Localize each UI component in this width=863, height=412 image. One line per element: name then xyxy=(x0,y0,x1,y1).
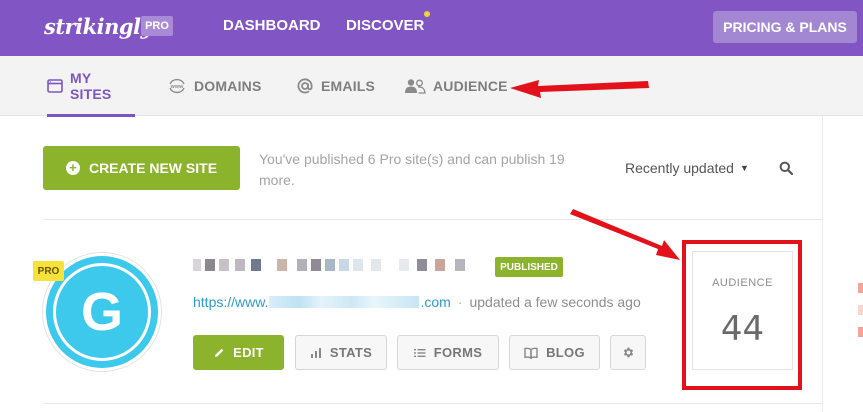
list-icon xyxy=(413,348,426,358)
blog-button[interactable]: BLOG xyxy=(509,335,600,370)
people-icon xyxy=(404,78,426,94)
pricing-plans-button[interactable]: PRICING & PLANS xyxy=(713,11,857,43)
edit-button-label: EDIT xyxy=(233,345,264,360)
site-name-redacted[interactable] xyxy=(193,259,483,273)
redacted-pixel xyxy=(277,259,287,271)
sort-dropdown[interactable]: Recently updated ▼ xyxy=(625,160,749,176)
site-settings-button[interactable] xyxy=(610,335,646,370)
site-url-suffix[interactable]: .com xyxy=(420,294,450,310)
bar-chart-icon xyxy=(310,347,322,359)
svg-text:www: www xyxy=(170,84,184,90)
strikingly-logo[interactable]: strikingly xyxy=(44,14,153,39)
audience-count-card[interactable]: AUDIENCE 44 xyxy=(692,251,793,370)
notification-dot xyxy=(424,11,430,17)
tab-my-sites[interactable]: MY SITES xyxy=(47,56,135,117)
redacted-pixel xyxy=(297,259,307,271)
tab-domains[interactable]: www DOMAINS xyxy=(167,56,262,116)
search-icon[interactable] xyxy=(779,161,794,180)
browser-window-icon xyxy=(47,79,63,93)
redacted-pixel xyxy=(193,259,201,271)
tab-audience-label: AUDIENCE xyxy=(433,78,508,94)
list-divider xyxy=(43,219,822,220)
edit-button[interactable]: EDIT xyxy=(193,335,284,370)
right-panel-border xyxy=(822,116,823,412)
redacted-pixel xyxy=(251,259,261,271)
plan-badge: PRO xyxy=(141,16,173,36)
top-navigation-bar: strikingly PRO DASHBOARD DISCOVER PRICIN… xyxy=(0,0,863,56)
sub-navigation: MY SITES www DOMAINS EMAILS AUDIENCE xyxy=(0,56,863,117)
published-status-badge: PUBLISHED xyxy=(495,257,563,277)
create-new-site-label: CREATE NEW SITE xyxy=(88,160,218,176)
redacted-pixel xyxy=(219,259,229,271)
tab-audience[interactable]: AUDIENCE xyxy=(404,56,508,116)
stats-button-label: STATS xyxy=(329,345,373,360)
site-url-line: https://www. .com · updated a few seconds a… xyxy=(193,294,641,310)
redacted-pixel xyxy=(417,259,427,271)
audience-label: AUDIENCE xyxy=(712,277,773,289)
create-new-site-button[interactable]: + CREATE NEW SITE xyxy=(43,146,240,190)
audience-count: 44 xyxy=(720,309,765,349)
redacted-pixel xyxy=(399,259,409,271)
site-url-prefix[interactable]: https://www. xyxy=(193,294,268,310)
publish-quota-note: You've published 6 Pro site(s) and can p… xyxy=(259,151,565,188)
book-icon xyxy=(524,347,538,359)
right-edge-indicator xyxy=(858,283,863,337)
forms-button[interactable]: FORMS xyxy=(397,335,499,370)
nav-discover[interactable]: DISCOVER xyxy=(346,17,424,34)
gear-icon xyxy=(622,346,635,359)
url-separator: · xyxy=(457,294,463,310)
redacted-pixel xyxy=(353,259,363,271)
tab-emails[interactable]: EMAILS xyxy=(296,56,375,116)
redacted-pixel xyxy=(455,259,465,271)
arrow-to-audience-count xyxy=(570,209,680,260)
stats-button[interactable]: STATS xyxy=(295,335,387,370)
redacted-pixel xyxy=(235,259,245,271)
tab-my-sites-label: MY SITES xyxy=(70,70,112,102)
pencil-icon xyxy=(213,347,225,359)
www-globe-icon: www xyxy=(167,78,187,94)
tab-domains-label: DOMAINS xyxy=(194,78,262,94)
dashboard-page: strikingly PRO DASHBOARD DISCOVER PRICIN… xyxy=(0,0,863,412)
caret-down-icon: ▼ xyxy=(739,163,749,173)
forms-button-label: FORMS xyxy=(433,345,483,360)
redacted-pixel xyxy=(311,259,321,271)
last-updated-text: updated a few seconds ago xyxy=(469,294,641,310)
redacted-pixel xyxy=(371,259,381,271)
nav-dashboard[interactable]: DASHBOARD xyxy=(223,17,321,34)
redacted-pixel xyxy=(435,259,445,271)
tab-emails-label: EMAILS xyxy=(321,78,376,94)
blog-button-label: BLOG xyxy=(546,345,585,360)
at-sign-icon xyxy=(296,77,314,95)
plus-circle-icon: + xyxy=(65,161,80,175)
site-avatar-letter: G xyxy=(53,263,151,361)
redacted-pixel xyxy=(339,259,349,271)
redacted-pixel xyxy=(325,259,335,271)
site-url-redacted xyxy=(269,296,420,308)
site-pro-badge: PRO xyxy=(33,261,64,281)
list-divider-bottom xyxy=(43,403,822,404)
sort-label: Recently updated xyxy=(625,160,734,176)
redacted-pixel xyxy=(205,259,215,271)
